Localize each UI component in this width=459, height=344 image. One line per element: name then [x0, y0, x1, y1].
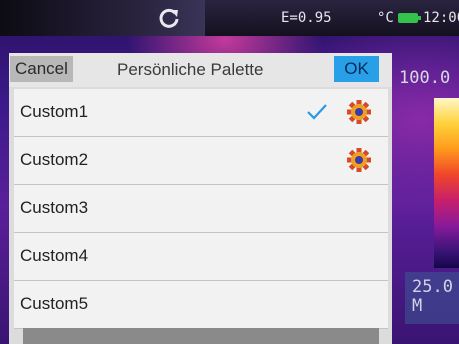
temperature-unit: °C: [377, 10, 394, 26]
list-item-custom3[interactable]: Custom3: [14, 185, 388, 233]
ok-button[interactable]: OK: [334, 56, 379, 82]
cancel-button[interactable]: Cancel: [10, 56, 73, 82]
palette-dialog: Cancel Persönliche Palette OK Custom1 Cu…: [9, 53, 392, 344]
status-bar: E=0.95 °C 12:00: [0, 0, 459, 36]
list-item-label: Custom3: [20, 198, 89, 217]
list-item-custom1[interactable]: Custom1: [14, 89, 388, 137]
list-item-custom2[interactable]: Custom2: [14, 137, 388, 185]
list-item-custom4[interactable]: Custom4: [14, 233, 388, 281]
list-item-custom5[interactable]: Custom5: [14, 281, 388, 329]
dialog-scrollbar[interactable]: [23, 328, 379, 344]
list-item-label: Custom4: [20, 246, 89, 265]
color-scale-bar: [434, 98, 459, 268]
scale-mode: M: [412, 296, 423, 316]
list-item-label: Custom1: [20, 102, 89, 121]
palette-list: Custom1 Custom2 Custom3 Custom4 Custom5: [14, 89, 388, 329]
list-item-label: Custom5: [20, 294, 89, 313]
scale-min-value: 25.0: [412, 277, 453, 297]
gear-icon[interactable]: [346, 99, 372, 125]
emissivity-readout: E=0.95: [281, 10, 332, 26]
refresh-icon[interactable]: [158, 7, 180, 29]
battery-icon: [398, 13, 421, 23]
list-item-label: Custom2: [20, 150, 89, 169]
scale-max-temperature: 100.0: [399, 68, 451, 88]
scale-min-temperature: 25.0 M: [412, 278, 453, 316]
dialog-header: Cancel Persönliche Palette OK: [9, 53, 392, 87]
check-icon: [307, 104, 327, 120]
clock: 12:00: [423, 10, 459, 26]
gear-icon[interactable]: [346, 147, 372, 173]
dialog-title: Persönliche Palette: [117, 60, 264, 79]
